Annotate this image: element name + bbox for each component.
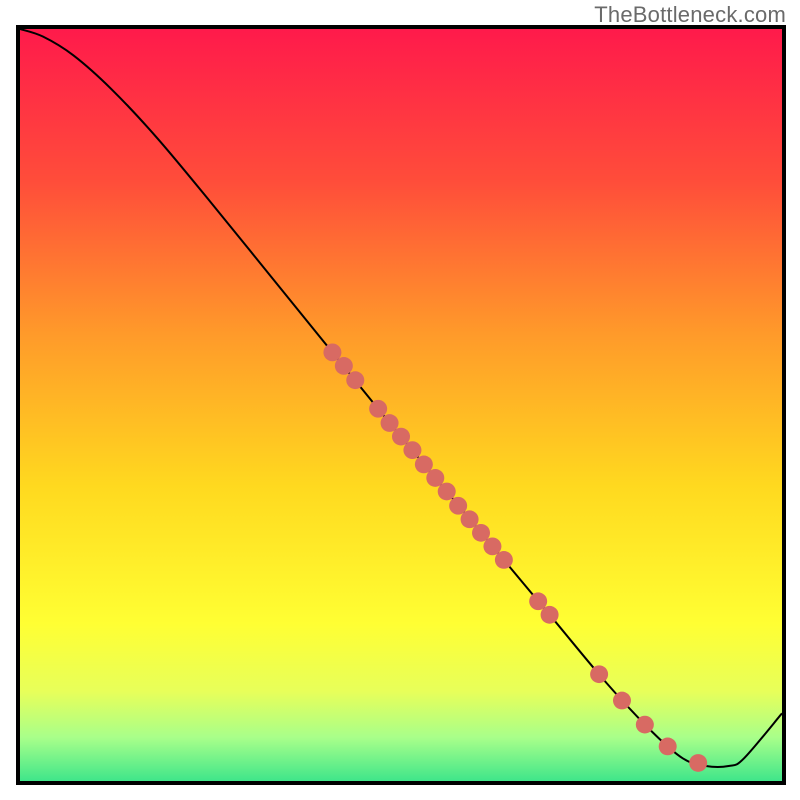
data-point bbox=[415, 456, 433, 474]
data-point bbox=[392, 428, 410, 446]
data-point bbox=[495, 551, 513, 569]
data-point bbox=[590, 665, 608, 683]
data-point bbox=[403, 441, 421, 459]
data-point bbox=[689, 754, 707, 772]
data-point bbox=[438, 483, 456, 501]
data-point bbox=[426, 469, 444, 487]
data-point bbox=[381, 414, 399, 432]
data-point bbox=[613, 692, 631, 710]
data-point bbox=[346, 371, 364, 389]
curve-layer bbox=[20, 29, 782, 781]
bottleneck-curve bbox=[20, 29, 782, 767]
plot-area bbox=[16, 25, 786, 785]
data-point bbox=[659, 738, 677, 756]
data-point bbox=[541, 606, 559, 624]
data-point bbox=[449, 497, 467, 515]
data-point bbox=[636, 716, 654, 734]
data-point bbox=[529, 592, 547, 610]
chart-frame: TheBottleneck.com bbox=[0, 0, 800, 800]
data-point bbox=[335, 357, 353, 375]
data-point bbox=[369, 400, 387, 418]
data-point bbox=[323, 343, 341, 361]
scatter-points bbox=[323, 343, 707, 771]
data-point bbox=[461, 510, 479, 528]
data-point bbox=[483, 537, 501, 555]
data-point bbox=[472, 524, 490, 542]
